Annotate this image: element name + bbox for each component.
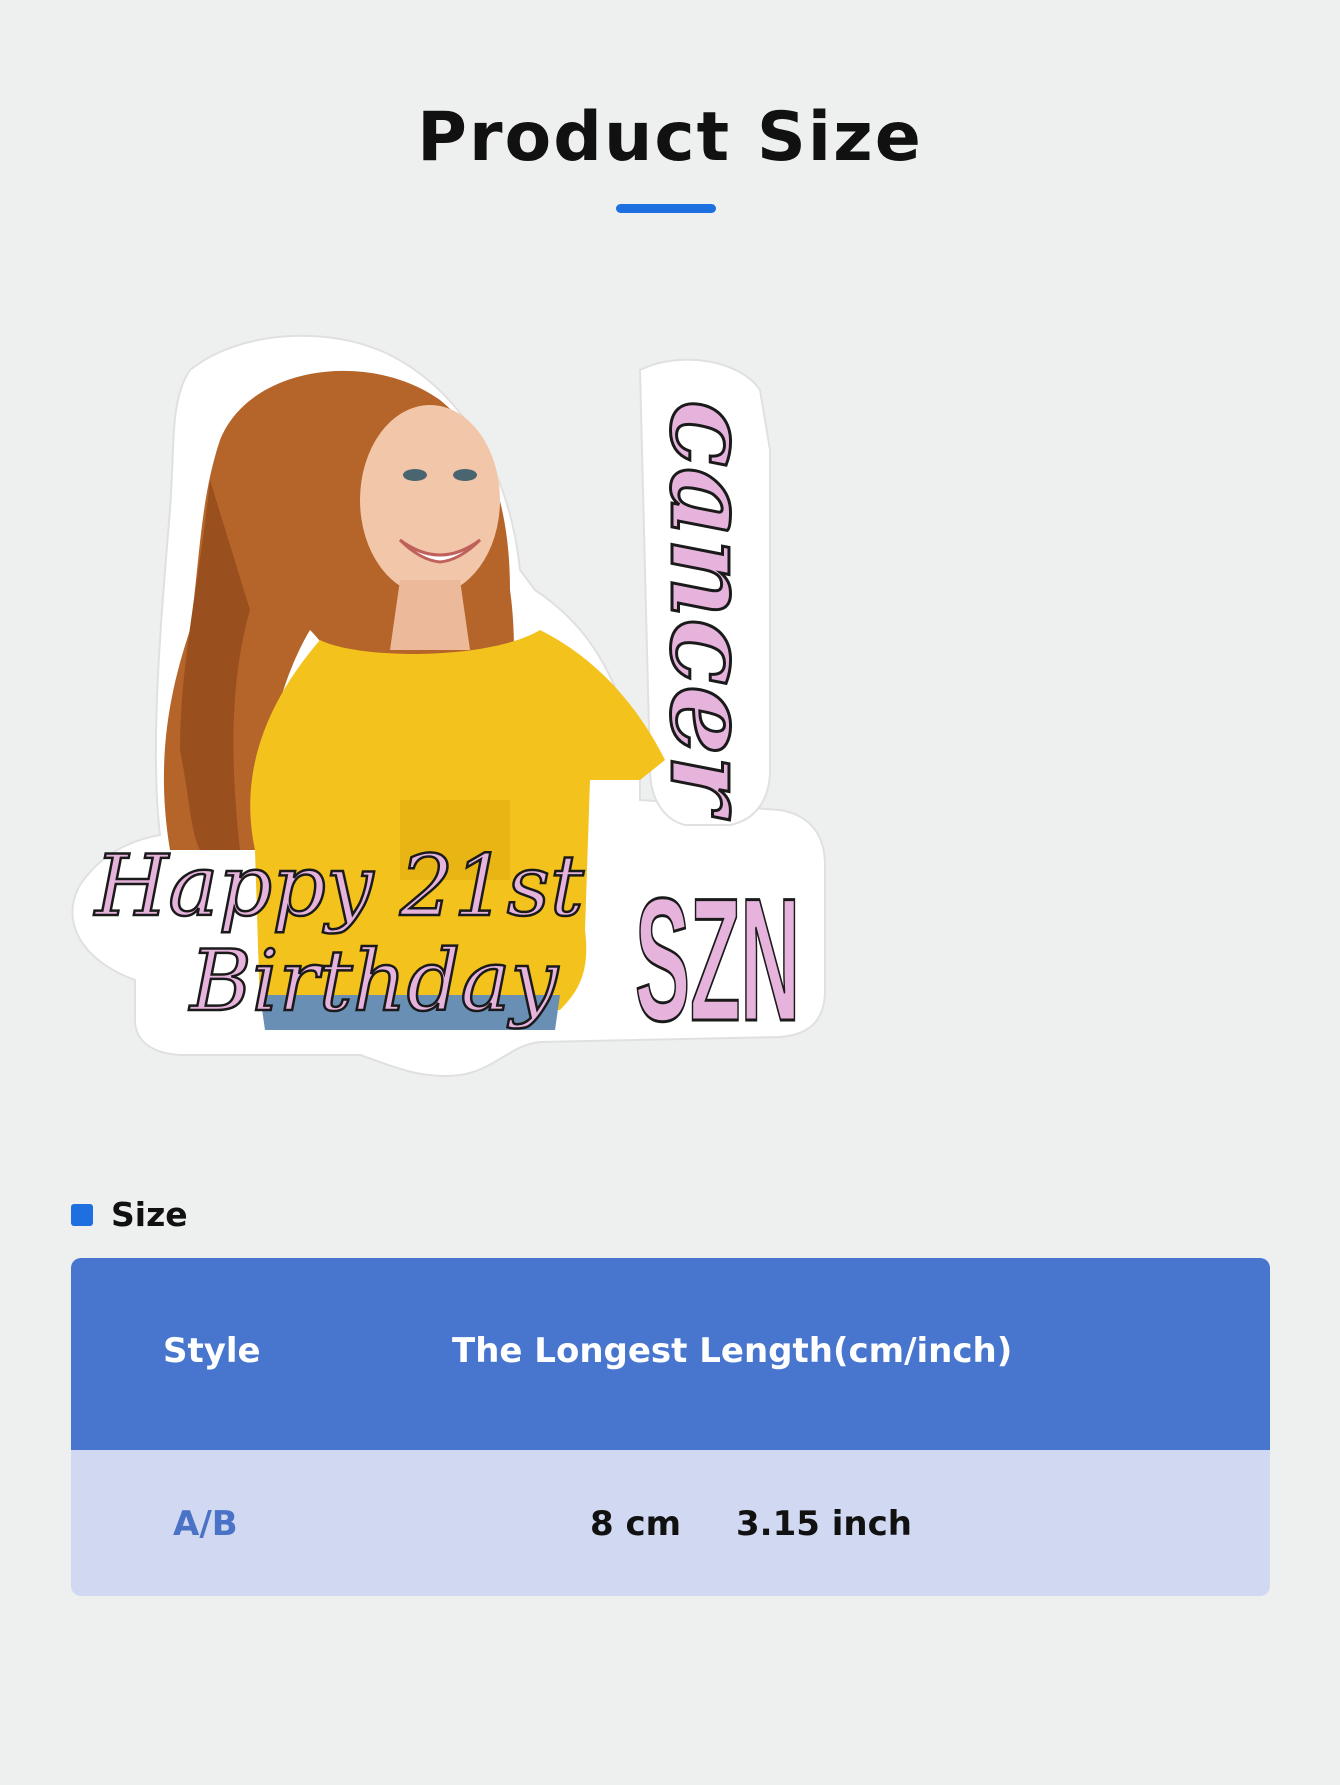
table-header: Style The Longest Length(cm/inch) [71, 1258, 1270, 1450]
face-shape [360, 405, 500, 595]
page-title: Product Size [417, 98, 923, 177]
table-header-length: The Longest Length(cm/inch) [452, 1331, 1013, 1371]
size-section-marker [71, 1204, 93, 1226]
table-header-style: Style [163, 1331, 261, 1371]
sticker-text-birthday: Birthday [188, 932, 559, 1030]
sticker-text-happy-21st: Happy 21st [93, 837, 584, 935]
title-underline [616, 204, 716, 213]
table-cell-style: A/B [173, 1504, 238, 1544]
sticker-text-szn: SZN [635, 863, 800, 1058]
sticker-illustration: cancer Happy 21st Birthday SZN [71, 334, 826, 1077]
size-section-label: Size [111, 1195, 188, 1234]
size-table: Style The Longest Length(cm/inch) A/B 8 … [71, 1258, 1270, 1596]
table-cell-cm: 8 cm [590, 1504, 682, 1544]
product-sticker-image: cancer Happy 21st Birthday SZN [40, 330, 840, 1190]
sticker-text-cancer: cancer [646, 400, 775, 820]
table-row: A/B 8 cm 3.15 inch [71, 1450, 1270, 1596]
table-cell-inch: 3.15 inch [736, 1504, 912, 1544]
